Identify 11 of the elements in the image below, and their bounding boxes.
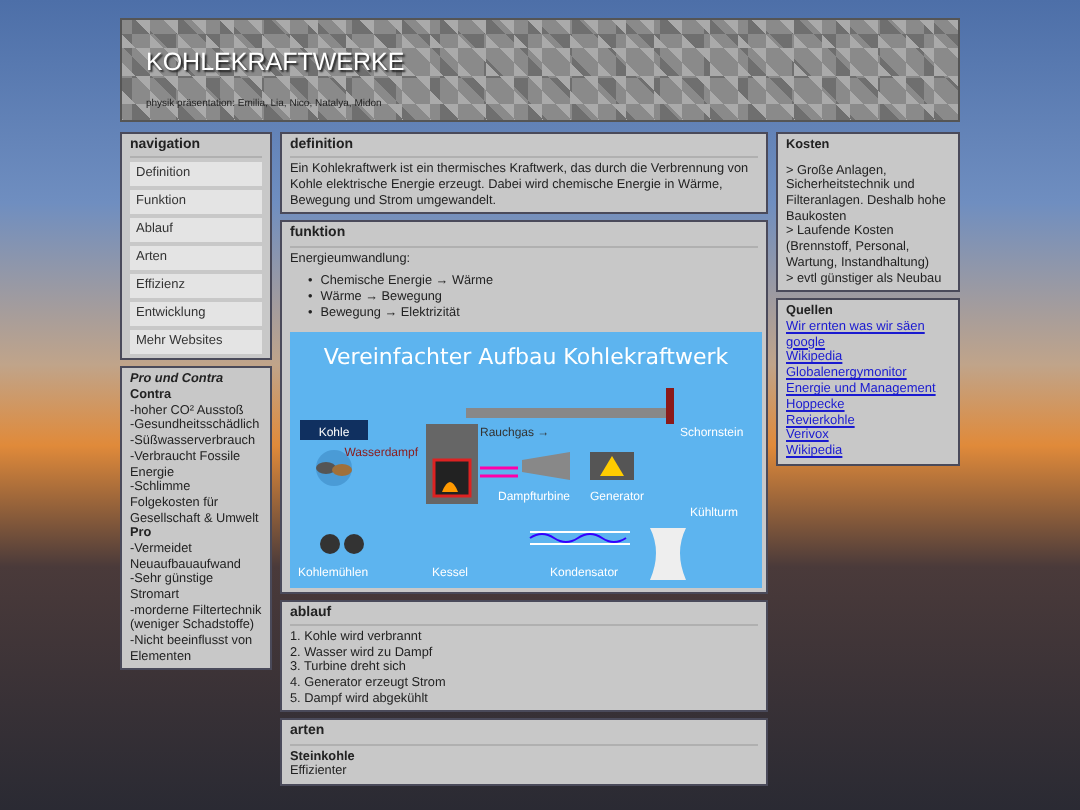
generator-drawing [590, 451, 634, 480]
cooling-tower-drawing [650, 527, 686, 580]
boiler-drawing [426, 423, 478, 504]
label-background [300, 419, 368, 440]
condenser-drawing [529, 530, 631, 545]
chimney-drawing [666, 387, 674, 424]
turbine-drawing [522, 451, 570, 480]
steam-pipe-drawing [478, 465, 520, 477]
diagram-title: Vereinfachter Aufbau Kohlekraftwerk [323, 343, 729, 370]
site-title: KOHLEKRAFTWERKE [146, 48, 405, 76]
coal-mill-drawing [320, 533, 364, 554]
